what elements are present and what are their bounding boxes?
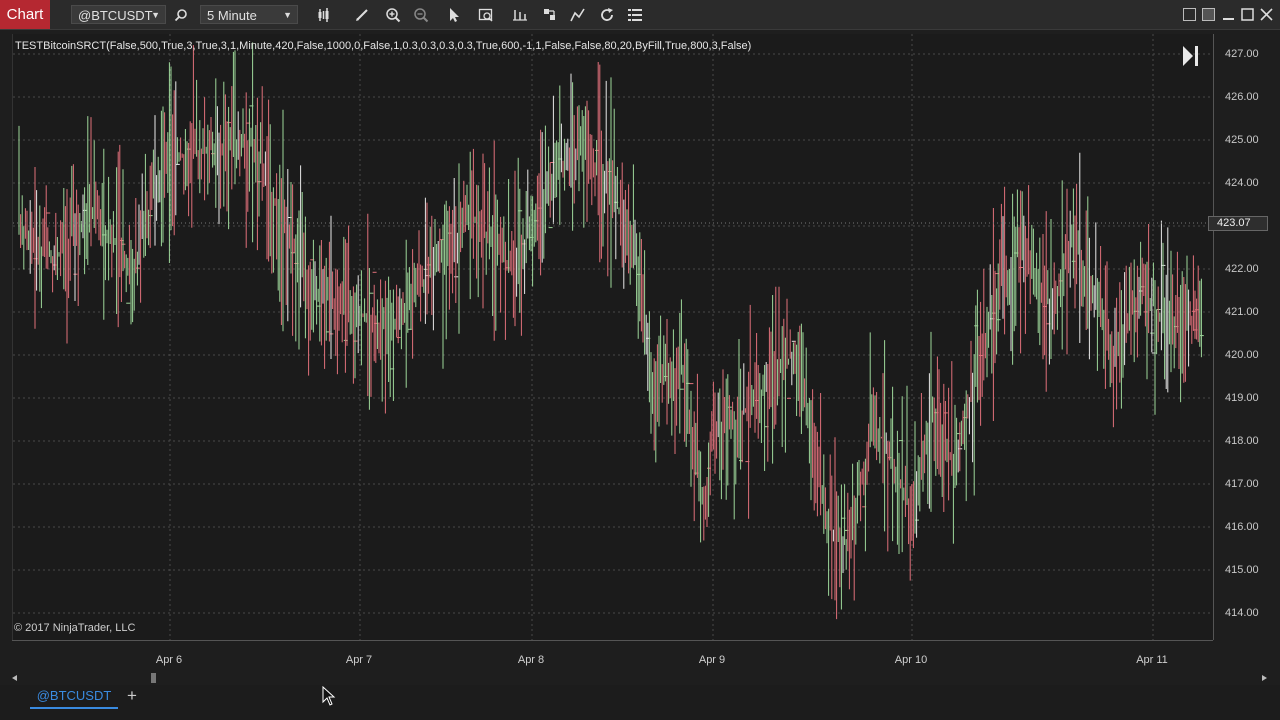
price-chart-panel[interactable]	[12, 34, 1214, 640]
price-bars	[18, 42, 1204, 620]
tile-window-icon[interactable]	[1183, 8, 1196, 21]
price-axis-label: 416.00	[1225, 521, 1259, 533]
price-axis-label: 426.00	[1225, 91, 1259, 103]
copyright-text: © 2017 NinjaTrader, LLC	[14, 622, 136, 634]
chevron-down-icon: ▼	[151, 10, 160, 20]
zoom-in-icon[interactable]	[383, 5, 403, 24]
chart-toolbar: Chart @BTCUSDT ▼ 5 Minute ▼	[0, 0, 1280, 30]
bar-type-icon[interactable]	[314, 5, 334, 24]
reload-icon[interactable]	[597, 5, 617, 24]
date-axis-label: Apr 8	[517, 654, 545, 666]
list-icon[interactable]	[625, 5, 645, 24]
data-box-icon[interactable]	[476, 5, 496, 24]
price-axis-label: 425.00	[1225, 134, 1259, 146]
chart-menu-button[interactable]: Chart	[0, 0, 50, 29]
date-axis-label: Apr 9	[698, 654, 726, 666]
jump-to-end-icon[interactable]	[1180, 44, 1200, 68]
instrument-selector[interactable]: @BTCUSDT ▼	[71, 5, 166, 24]
price-axis-label: 422.00	[1225, 263, 1259, 275]
restore-layout-icon[interactable]	[1202, 8, 1215, 21]
pointer-icon[interactable]	[444, 5, 464, 24]
mouse-cursor-icon	[322, 686, 336, 706]
scroll-right-icon	[1262, 675, 1267, 681]
zoom-out-icon[interactable]	[411, 5, 431, 24]
maximize-icon[interactable]	[1241, 8, 1254, 21]
price-axis-label: 417.00	[1225, 478, 1259, 490]
properties-icon[interactable]	[510, 5, 530, 24]
price-axis-label: 427.00	[1225, 48, 1259, 60]
bottom-tab-bar: @BTCUSDT +	[0, 685, 1280, 720]
indicator-label[interactable]: TESTBitcoinSRCT(False,500,True,3,True,3,…	[15, 40, 751, 52]
price-axis[interactable]: 427.00426.00425.00424.00423.00422.00421.…	[1213, 34, 1270, 640]
price-chart[interactable]	[13, 34, 1214, 640]
price-axis-label: 419.00	[1225, 392, 1259, 404]
scroll-left-icon	[12, 675, 17, 681]
tab-instrument[interactable]: @BTCUSDT	[30, 685, 118, 709]
price-axis-label: 415.00	[1225, 564, 1259, 576]
search-icon[interactable]	[171, 5, 191, 24]
instrument-selector-value: @BTCUSDT	[78, 8, 153, 23]
interval-selector-value: 5 Minute	[207, 8, 257, 23]
date-axis-label: Apr 7	[345, 654, 373, 666]
last-price-marker: 423.07	[1208, 215, 1268, 231]
chevron-down-icon: ▼	[283, 10, 292, 20]
pencil-icon[interactable]	[352, 5, 372, 24]
price-axis-label: 418.00	[1225, 435, 1259, 447]
minimize-icon[interactable]	[1222, 8, 1235, 21]
price-axis-label: 414.00	[1225, 607, 1259, 619]
interval-selector[interactable]: 5 Minute ▼	[200, 5, 298, 24]
close-icon[interactable]	[1260, 8, 1273, 21]
add-tab-button[interactable]: +	[124, 685, 140, 707]
price-axis-label: 421.00	[1225, 306, 1259, 318]
indicators-icon[interactable]	[568, 5, 588, 24]
horizontal-scrollbar[interactable]	[8, 672, 1272, 684]
date-axis-label: Apr 11	[1136, 654, 1168, 666]
strategies-icon[interactable]	[540, 5, 560, 24]
scroll-thumb	[151, 673, 156, 683]
price-axis-label: 424.00	[1225, 177, 1259, 189]
time-axis[interactable]: Apr 6 Apr 7 Apr 8 Apr 9 Apr 10 Apr 11	[12, 640, 1213, 671]
date-axis-label: Apr 6	[155, 654, 183, 666]
date-axis-label: Apr 10	[894, 654, 928, 666]
price-axis-label: 420.00	[1225, 349, 1259, 361]
